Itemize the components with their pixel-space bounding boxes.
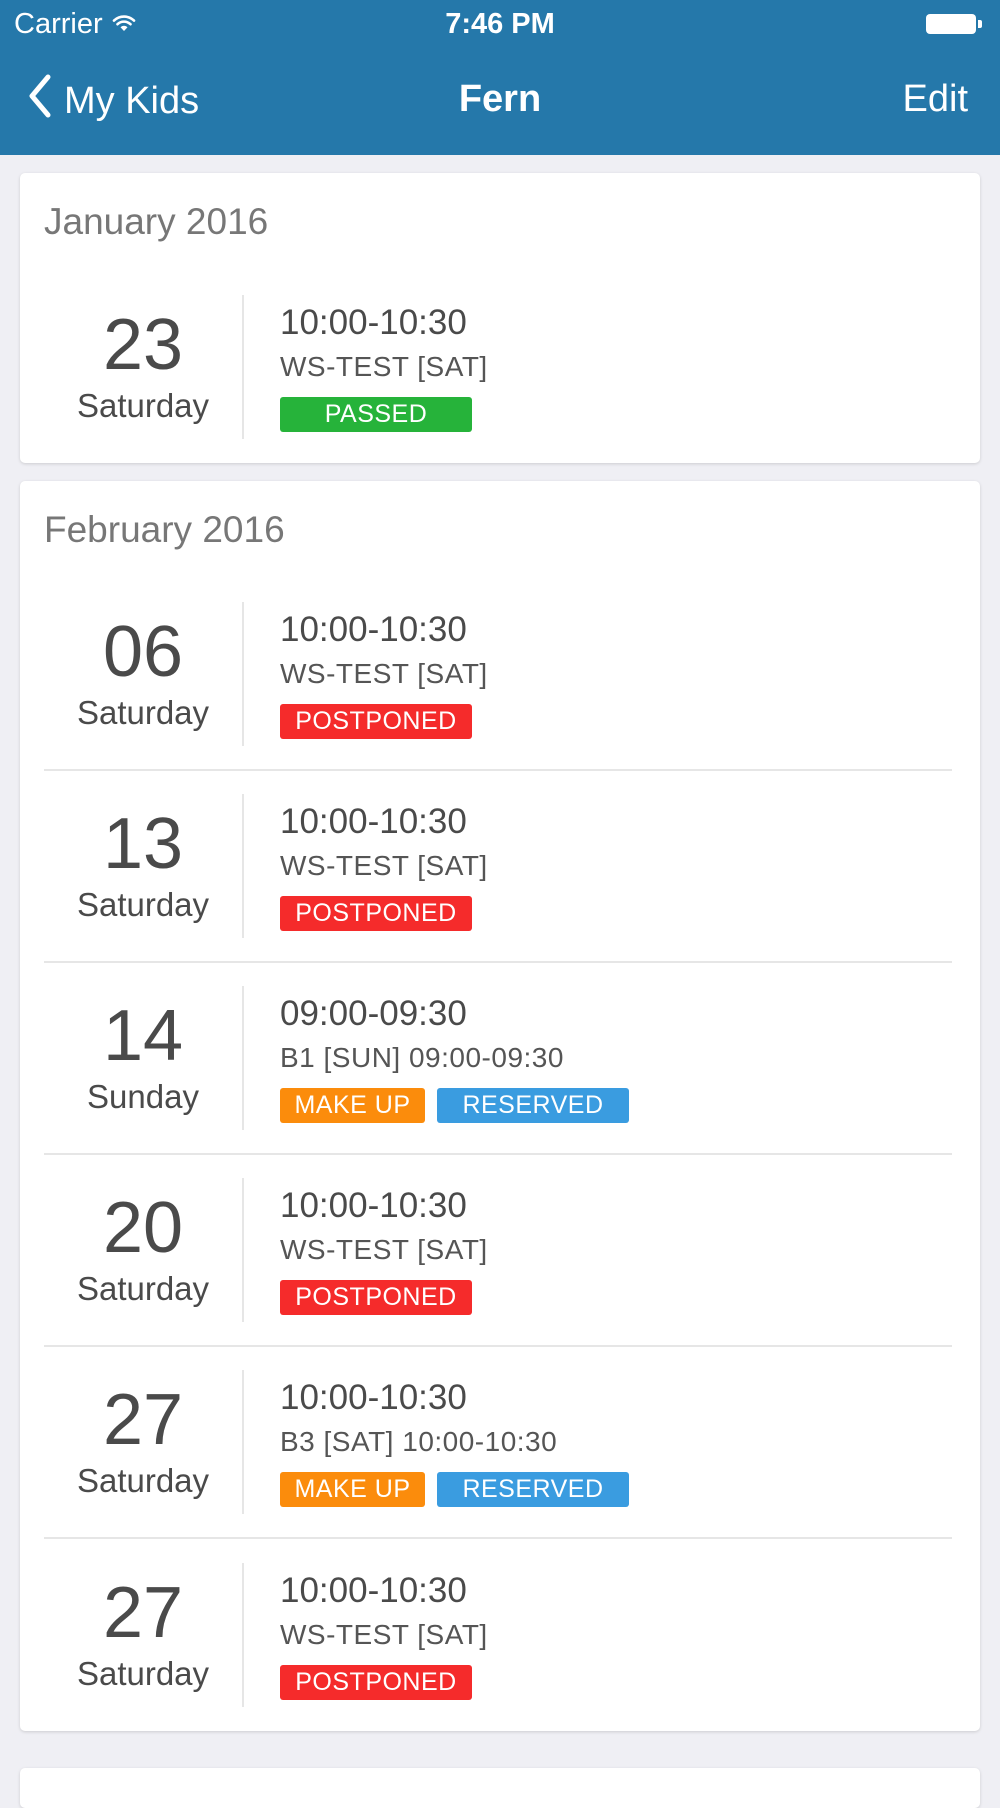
day-number: 27 bbox=[102, 1380, 184, 1460]
session-time: 10:00-10:30 bbox=[280, 302, 467, 342]
status-badge-reserved: RESERVED bbox=[437, 1087, 629, 1123]
class-name: WS-TEST [SAT] bbox=[280, 657, 488, 689]
edit-button[interactable]: Edit bbox=[903, 78, 968, 121]
weekday-label: Sunday bbox=[87, 1078, 199, 1115]
day-number: 14 bbox=[102, 996, 184, 1076]
class-name: WS-TEST [SAT] bbox=[280, 849, 488, 881]
weekday-label: Saturday bbox=[76, 1462, 210, 1499]
session-row[interactable]: 06 Saturday 10:00-10:30 WS-TEST [SAT] PO… bbox=[44, 579, 952, 771]
status-badge-postponed: POSTPONED bbox=[280, 895, 472, 931]
class-name: WS-TEST [SAT] bbox=[280, 350, 488, 382]
day-number: 06 bbox=[102, 612, 184, 692]
day-number: 23 bbox=[102, 305, 184, 385]
status-badge-make-up: MAKE UP bbox=[280, 1087, 425, 1123]
month-card-partial bbox=[20, 1768, 980, 1808]
class-name: WS-TEST [SAT] bbox=[280, 1618, 488, 1650]
status-bar: Carrier 7:46 PM bbox=[0, 0, 1000, 50]
class-name: B3 [SAT] 10:00-10:30 bbox=[280, 1425, 558, 1457]
session-info: 10:00-10:30 WS-TEST [SAT] POSTPONED bbox=[244, 610, 488, 739]
status-badge-postponed: POSTPONED bbox=[280, 703, 472, 739]
session-date: 27 Saturday bbox=[44, 1370, 244, 1514]
month-card: January 2016 23 Saturday 10:00-10:30 WS-… bbox=[20, 173, 980, 463]
session-info: 10:00-10:30 WS-TEST [SAT] POSTPONED bbox=[244, 1571, 488, 1700]
session-date: 23 Saturday bbox=[44, 295, 244, 439]
session-info: 10:00-10:30 B3 [SAT] 10:00-10:30 MAKE UP… bbox=[244, 1378, 641, 1507]
status-badge-postponed: POSTPONED bbox=[280, 1279, 472, 1315]
session-date: 13 Saturday bbox=[44, 794, 244, 938]
status-badges: PASSED bbox=[280, 396, 488, 432]
day-number: 13 bbox=[102, 804, 184, 884]
session-row[interactable]: 20 Saturday 10:00-10:30 WS-TEST [SAT] PO… bbox=[44, 1155, 952, 1347]
session-date: 20 Saturday bbox=[44, 1178, 244, 1322]
session-row[interactable]: 27 Saturday 10:00-10:30 WS-TEST [SAT] PO… bbox=[44, 1539, 952, 1731]
class-name: WS-TEST [SAT] bbox=[280, 1233, 488, 1265]
day-number: 20 bbox=[102, 1188, 184, 1268]
page-title: Fern bbox=[458, 78, 542, 120]
battery-icon bbox=[926, 13, 984, 35]
month-card: February 2016 06 Saturday 10:00-10:30 WS… bbox=[20, 481, 980, 1731]
status-badges: MAKE UP RESERVED bbox=[280, 1471, 641, 1507]
month-title: February 2016 bbox=[44, 509, 285, 550]
session-info: 10:00-10:30 WS-TEST [SAT] PASSED bbox=[244, 303, 488, 432]
class-name: B1 [SUN] 09:00-09:30 bbox=[280, 1041, 564, 1073]
status-badge-postponed: POSTPONED bbox=[280, 1664, 472, 1700]
weekday-label: Saturday bbox=[76, 387, 210, 424]
session-time: 10:00-10:30 bbox=[280, 801, 467, 841]
status-badges: MAKE UP RESERVED bbox=[280, 1087, 641, 1123]
status-badge-make-up: MAKE UP bbox=[280, 1471, 425, 1507]
status-badges: POSTPONED bbox=[280, 703, 488, 739]
session-time: 10:00-10:30 bbox=[280, 1570, 467, 1610]
day-number: 27 bbox=[102, 1573, 184, 1653]
session-row[interactable]: 13 Saturday 10:00-10:30 WS-TEST [SAT] PO… bbox=[44, 771, 952, 963]
session-time: 09:00-09:30 bbox=[280, 993, 467, 1033]
session-row[interactable]: 14 Sunday 09:00-09:30 B1 [SUN] 09:00-09:… bbox=[44, 963, 952, 1155]
session-row[interactable]: 23 Saturday 10:00-10:30 WS-TEST [SAT] PA… bbox=[44, 271, 952, 463]
session-info: 10:00-10:30 WS-TEST [SAT] POSTPONED bbox=[244, 1186, 488, 1315]
month-title: January 2016 bbox=[44, 201, 269, 242]
session-info: 10:00-10:30 WS-TEST [SAT] POSTPONED bbox=[244, 802, 488, 931]
session-time: 10:00-10:30 bbox=[280, 609, 467, 649]
session-row[interactable]: 27 Saturday 10:00-10:30 B3 [SAT] 10:00-1… bbox=[44, 1347, 952, 1539]
status-badges: POSTPONED bbox=[280, 895, 488, 931]
status-badge-passed: PASSED bbox=[280, 396, 472, 432]
app-header: Carrier 7:46 PM My Kids Fern Edit bbox=[0, 0, 1000, 155]
status-badge-reserved: RESERVED bbox=[437, 1471, 629, 1507]
weekday-label: Saturday bbox=[76, 886, 210, 923]
navigation-bar: My Kids Fern Edit bbox=[0, 50, 1000, 155]
session-info: 09:00-09:30 B1 [SUN] 09:00-09:30 MAKE UP… bbox=[244, 994, 641, 1123]
session-time: 10:00-10:30 bbox=[280, 1377, 467, 1417]
schedule-list: January 2016 23 Saturday 10:00-10:30 WS-… bbox=[0, 155, 1000, 1731]
status-badges: POSTPONED bbox=[280, 1279, 488, 1315]
weekday-label: Saturday bbox=[76, 1270, 210, 1307]
session-date: 06 Saturday bbox=[44, 602, 244, 746]
status-time: 7:46 PM bbox=[445, 8, 555, 40]
session-time: 10:00-10:30 bbox=[280, 1185, 467, 1225]
session-date: 14 Sunday bbox=[44, 986, 244, 1130]
weekday-label: Saturday bbox=[76, 694, 210, 731]
session-date: 27 Saturday bbox=[44, 1563, 244, 1707]
weekday-label: Saturday bbox=[76, 1655, 210, 1692]
status-badges: POSTPONED bbox=[280, 1664, 488, 1700]
